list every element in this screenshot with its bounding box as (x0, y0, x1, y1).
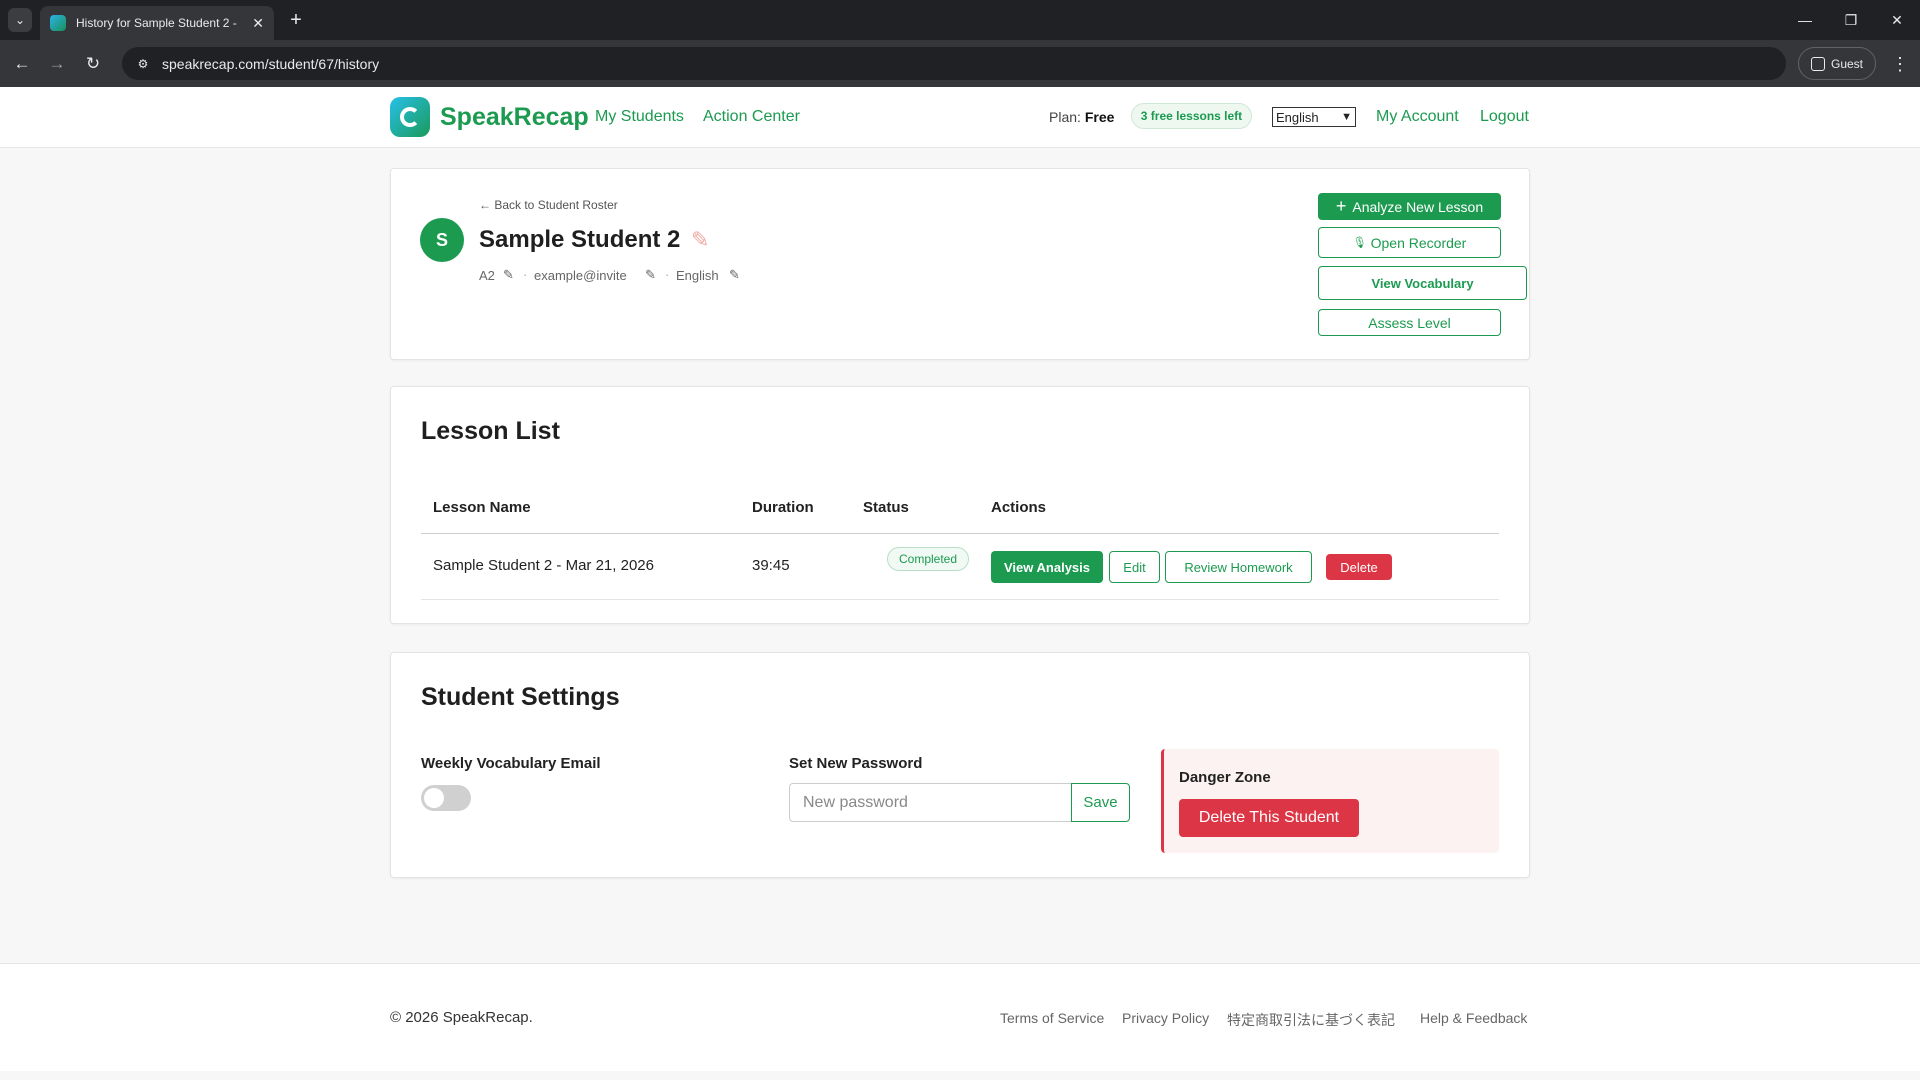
lesson-list-heading: Lesson List (421, 417, 560, 445)
save-password-button[interactable]: Save (1071, 783, 1130, 822)
tab-title: History for Sample Student 2 - (76, 16, 237, 30)
table-row-divider (421, 599, 1499, 600)
reload-icon[interactable]: ↻ (80, 51, 106, 77)
back-to-roster-link[interactable]: ← Back to Student Roster (479, 198, 618, 212)
plan-indicator: Plan: Free (1049, 109, 1114, 125)
guest-label: Guest (1830, 56, 1863, 71)
plan-label: Plan: (1049, 109, 1081, 125)
delete-student-button[interactable]: Delete This Student (1179, 799, 1359, 837)
student-level: A2 (479, 268, 495, 283)
danger-zone-title: Danger Zone (1179, 769, 1271, 786)
site-favicon-icon (50, 15, 66, 31)
nav-my-students[interactable]: My Students (595, 108, 684, 126)
student-settings-heading: Student Settings (421, 683, 620, 711)
minimize-icon[interactable]: — (1790, 8, 1820, 32)
site-settings-icon[interactable]: ⚙ (134, 55, 152, 73)
edit-email-pencil-icon[interactable]: ✎ (645, 267, 656, 283)
help-feedback-link[interactable]: Help & Feedback (1420, 1010, 1527, 1026)
assess-level-button[interactable]: Assess Level (1318, 309, 1501, 336)
nav-my-account[interactable]: My Account (1376, 108, 1459, 126)
col-actions: Actions (991, 499, 1047, 516)
new-password-input[interactable]: New password (789, 783, 1072, 822)
browser-tab[interactable]: History for Sample Student 2 - ✕ (40, 6, 274, 40)
student-language: English (676, 268, 719, 283)
open-recorder-button[interactable]: 🎙 Open Recorder (1318, 227, 1501, 258)
recorder-label: Open Recorder (1370, 234, 1467, 251)
restore-icon[interactable]: ❐ (1836, 8, 1866, 32)
meta-separator: · (665, 267, 670, 282)
legal-notice-link[interactable]: 特定商取引法に基づく表記 (1227, 1010, 1395, 1030)
chevron-down-icon: ▼ (1341, 111, 1352, 123)
review-homework-button[interactable]: Review Homework (1165, 551, 1312, 583)
toggle-knob (424, 788, 444, 808)
weekly-email-label: Weekly Vocabulary Email (421, 755, 601, 772)
student-name: Sample Student 2 (479, 226, 681, 253)
tab-list-chevron-icon[interactable]: ⌄ (8, 8, 32, 32)
view-analysis-button[interactable]: View Analysis (991, 551, 1103, 583)
table-header-divider (421, 533, 1499, 534)
delete-lesson-button[interactable]: Delete (1326, 554, 1392, 580)
view-vocabulary-button[interactable]: View Vocabulary (1318, 266, 1527, 300)
terms-link[interactable]: Terms of Service (1000, 1010, 1104, 1026)
window-close-icon[interactable]: ✕ (1882, 8, 1912, 32)
site-footer: © 2026 SpeakRecap. Terms of Service Priv… (0, 963, 1920, 1071)
microphone-icon: 🎙 (1352, 237, 1367, 249)
meta-separator: · (523, 267, 528, 282)
edit-lesson-button[interactable]: Edit (1109, 551, 1160, 583)
edit-name-pencil-icon[interactable]: ✎ (691, 227, 709, 253)
analyze-new-lesson-button[interactable]: + Analyze New Lesson (1318, 193, 1501, 220)
site-header: SpeakRecap My Students Action Center Pla… (0, 87, 1920, 148)
new-tab-plus-icon[interactable]: + (284, 8, 308, 32)
lesson-duration: 39:45 (752, 557, 790, 574)
nav-action-center[interactable]: Action Center (703, 108, 800, 126)
plus-icon: + (1335, 196, 1347, 216)
student-card: ← Back to Student Roster S Sample Studen… (390, 168, 1530, 360)
col-duration: Duration (752, 499, 814, 516)
tab-close-icon[interactable]: ✕ (252, 15, 264, 32)
forward-arrow-icon[interactable]: → (44, 51, 70, 77)
privacy-link[interactable]: Privacy Policy (1122, 1010, 1209, 1026)
danger-zone: Danger Zone Delete This Student (1161, 749, 1499, 853)
lesson-name: Sample Student 2 - Mar 21, 2026 (433, 557, 654, 574)
analyze-label: Analyze New Lesson (1352, 198, 1484, 215)
avatar: S (420, 218, 464, 262)
language-selected: English (1276, 109, 1319, 125)
back-arrow-icon[interactable]: ← (9, 51, 35, 77)
url-text: speakrecap.com/student/67/history (162, 55, 380, 72)
plan-value: Free (1084, 109, 1115, 125)
free-lessons-badge: 3 free lessons left (1131, 103, 1252, 129)
language-select[interactable]: English ▼ (1272, 107, 1356, 127)
col-lesson-name: Lesson Name (433, 499, 531, 516)
profile-icon (1810, 56, 1825, 71)
logo-icon[interactable] (390, 97, 430, 137)
browser-tab-bar: ⌄ History for Sample Student 2 - ✕ + — ❐… (0, 0, 1920, 40)
nav-logout[interactable]: Logout (1480, 108, 1529, 126)
brand-name[interactable]: SpeakRecap (440, 103, 589, 132)
weekly-email-toggle[interactable] (421, 785, 471, 811)
edit-language-pencil-icon[interactable]: ✎ (729, 267, 740, 283)
col-status: Status (863, 499, 909, 516)
status-badge: Completed (887, 547, 969, 571)
lesson-list-card: Lesson List Lesson Name Duration Status … (390, 386, 1530, 624)
password-label: Set New Password (789, 755, 923, 772)
browser-toolbar: ← → ↻ ⚙ speakrecap.com/student/67/histor… (0, 40, 1920, 87)
copyright: © 2026 SpeakRecap. (390, 1009, 533, 1026)
guest-profile-button[interactable]: Guest (1798, 47, 1876, 80)
student-settings-card: Student Settings Weekly Vocabulary Email… (390, 652, 1530, 878)
student-email: example@invite (534, 268, 627, 283)
address-bar[interactable]: ⚙ speakrecap.com/student/67/history (122, 47, 1786, 80)
browser-menu-icon[interactable]: ⋮ (1888, 51, 1912, 77)
edit-level-pencil-icon[interactable]: ✎ (503, 267, 514, 283)
